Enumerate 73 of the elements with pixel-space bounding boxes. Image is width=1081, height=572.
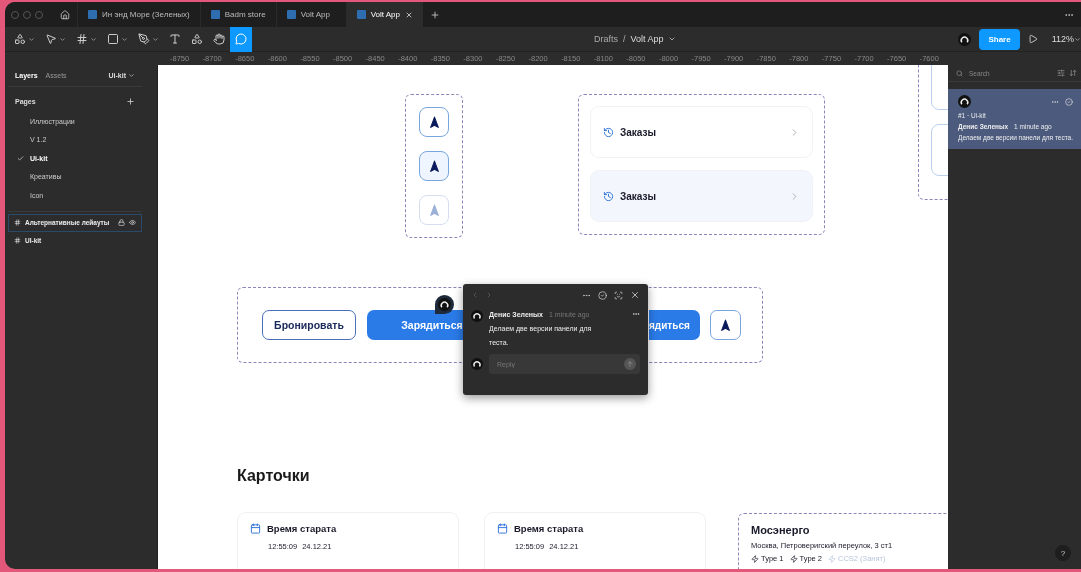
caret-icon	[59, 35, 66, 43]
folder-link[interactable]: Drafts	[593, 34, 618, 44]
resolve-icon[interactable]	[1065, 97, 1073, 106]
file-name[interactable]: Volt App	[630, 34, 664, 44]
tool-button[interactable]	[230, 26, 252, 52]
section-title: Карточки	[237, 467, 310, 485]
search-icon	[956, 69, 963, 77]
arrow-up-icon	[626, 360, 634, 368]
new-tab-icon[interactable]	[430, 9, 440, 20]
file-tab[interactable]: Volt App	[275, 2, 346, 27]
close-icon[interactable]	[405, 10, 413, 19]
sort-icon[interactable]	[1069, 69, 1077, 77]
file-icon	[88, 10, 97, 19]
home-icon[interactable]	[60, 9, 70, 20]
caret-icon[interactable]	[128, 72, 135, 79]
calendar-icon	[497, 523, 508, 534]
avatar-icon	[471, 358, 483, 370]
caret-icon[interactable]	[668, 35, 677, 43]
design-button: ядиться	[649, 310, 700, 340]
move-tool-icon	[45, 33, 57, 45]
arrow-icon	[427, 203, 441, 217]
more-icon[interactable]	[632, 310, 640, 318]
file-icon	[210, 10, 220, 19]
pen-tool-icon	[138, 33, 150, 45]
resources-tool-icon	[191, 33, 203, 45]
avatar-icon	[438, 298, 451, 311]
zoom-level[interactable]: 112%	[1051, 34, 1074, 44]
present-icon[interactable]	[1027, 34, 1038, 44]
file-icon	[356, 10, 366, 19]
caret-icon	[90, 35, 97, 43]
avatar-icon	[958, 32, 972, 46]
caret-icon	[152, 35, 159, 43]
card-title: Время старата	[514, 523, 584, 534]
design-canvas[interactable]	[158, 65, 948, 569]
arrow-icon	[719, 318, 732, 332]
tab-label: Ин энд Море (Зеленых)	[102, 10, 190, 19]
orders-label: Заказы	[620, 126, 657, 138]
orders-label: Заказы	[620, 190, 657, 202]
avatar-icon	[471, 310, 483, 322]
text-tool-icon	[169, 33, 181, 45]
card-title: Время старата	[267, 523, 337, 534]
resolve-icon[interactable]	[598, 290, 607, 300]
help-button[interactable]: ?	[1055, 545, 1071, 561]
caret-icon	[121, 35, 128, 43]
station-title: Мосэнерго	[751, 524, 811, 536]
avatar-icon	[958, 95, 971, 108]
close-icon[interactable]	[630, 290, 640, 300]
app-logo-icon	[14, 33, 26, 45]
add-page-icon[interactable]	[126, 97, 135, 106]
check-icon	[17, 154, 24, 162]
comment-pin[interactable]	[435, 295, 454, 314]
filter-icon[interactable]	[1057, 69, 1065, 77]
rectangle-tool-icon	[107, 33, 119, 45]
file-tab[interactable]: Ин энд Море (Зеленых)	[77, 2, 200, 27]
lock-icon[interactable]	[118, 219, 125, 226]
breadcrumb-separator: /	[622, 34, 626, 44]
frame-tool-icon	[76, 33, 88, 45]
eye-icon[interactable]	[129, 219, 136, 226]
comment-tool-icon	[235, 33, 247, 45]
file-tab[interactable]: Volt App	[345, 2, 423, 27]
file-icon	[286, 10, 296, 19]
design-button: Бронировать	[262, 310, 356, 340]
caret-icon[interactable]	[1074, 35, 1081, 43]
history-icon	[603, 126, 614, 138]
tab-label: Volt App	[370, 10, 400, 19]
calendar-icon	[250, 523, 261, 534]
arrow-icon	[427, 115, 441, 129]
caret-icon	[28, 35, 35, 43]
tab-label: Badm store	[224, 10, 266, 19]
tab-label: Volt App	[300, 10, 330, 19]
hand-tool-icon	[213, 33, 225, 45]
arrow-icon	[427, 159, 441, 173]
history-icon	[603, 190, 614, 202]
